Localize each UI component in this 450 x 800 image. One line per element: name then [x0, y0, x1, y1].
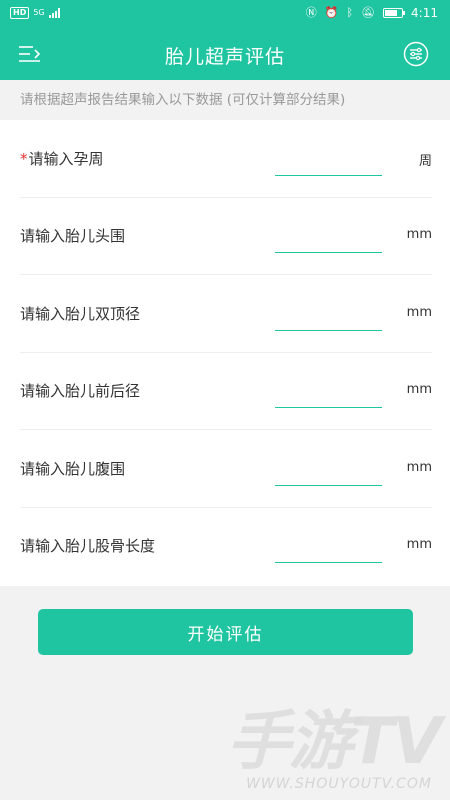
input-form: *请输入孕周 周 请输入胎儿头围 mm 请输入胎儿双顶径 mm 请输入胎儿前后径… — [0, 120, 450, 586]
row-label: 请输入胎儿双顶径 — [20, 305, 141, 323]
app-header: HD 5G Ⓝ ⏰ ᛒ 🔕︎ 4:11 胎儿超声评估 — [0, 0, 450, 80]
signal-icon — [48, 8, 60, 18]
row-unit: mm — [406, 382, 432, 397]
row-label: 请输入胎儿前后径 — [20, 382, 141, 400]
page-title: 胎儿超声评估 — [164, 46, 285, 68]
form-row-biparietal-diameter: 请输入胎儿双顶径 mm — [20, 275, 432, 353]
row-label: *请输入孕周 — [20, 148, 104, 169]
hd-badge: HD — [10, 7, 30, 19]
row-label: 请输入胎儿股骨长度 — [20, 537, 156, 555]
bluetooth-icon: ᛒ — [346, 6, 354, 19]
watermark-logo: 手游TV — [226, 705, 442, 779]
form-row-anteroposterior-diameter: 请输入胎儿前后径 mm — [20, 352, 432, 430]
head-circumference-input[interactable] — [275, 231, 382, 253]
start-assessment-button[interactable]: 开始评估 — [38, 609, 413, 655]
row-unit: 周 — [418, 154, 432, 169]
gestational-week-input[interactable] — [275, 154, 382, 176]
row-unit: mm — [406, 537, 432, 552]
abdominal-circumference-input[interactable] — [275, 464, 382, 486]
required-star: * — [20, 150, 28, 168]
row-label: 请输入胎儿头围 — [20, 227, 126, 245]
femur-length-input[interactable] — [275, 541, 382, 563]
form-row-femur-length: 请输入胎儿股骨长度 mm — [20, 507, 432, 585]
settings-button[interactable] — [402, 40, 430, 68]
row-label: 请输入胎儿腹围 — [20, 460, 126, 478]
status-time: 4:11 — [411, 6, 438, 20]
hint-text: 请根据超声报告结果输入以下数据 (可仅计算部分结果) — [0, 80, 450, 120]
sliders-settings-icon — [403, 41, 429, 67]
row-unit: mm — [406, 305, 432, 320]
row-label-text: 请输入孕周 — [28, 150, 104, 168]
anteroposterior-diameter-input[interactable] — [275, 386, 382, 408]
row-unit: mm — [406, 460, 432, 475]
status-bar: HD 5G Ⓝ ⏰ ᛒ 🔕︎ 4:11 — [0, 0, 450, 28]
status-right: Ⓝ ⏰ ᛒ 🔕︎ 4:11 — [306, 6, 438, 20]
battery-icon — [383, 8, 406, 18]
network-label: 5G — [33, 8, 45, 17]
alarm-icon: ⏰ — [324, 6, 339, 19]
form-row-gestational-week: *请输入孕周 周 — [20, 120, 432, 198]
mute-icon: 🔕︎ — [361, 6, 376, 19]
battery-fill — [385, 10, 398, 16]
nfc-icon: Ⓝ — [305, 6, 317, 19]
form-row-abdominal-circumference: 请输入胎儿腹围 mm — [20, 430, 432, 508]
row-unit: mm — [406, 227, 432, 242]
nav-bar: 胎儿超声评估 — [0, 30, 450, 78]
biparietal-diameter-input[interactable] — [275, 309, 382, 331]
status-left: HD 5G — [10, 7, 60, 19]
form-row-head-circumference: 请输入胎儿头围 mm — [20, 197, 432, 275]
watermark-url: WWW.SHOUYOUTV.COM — [246, 776, 432, 792]
